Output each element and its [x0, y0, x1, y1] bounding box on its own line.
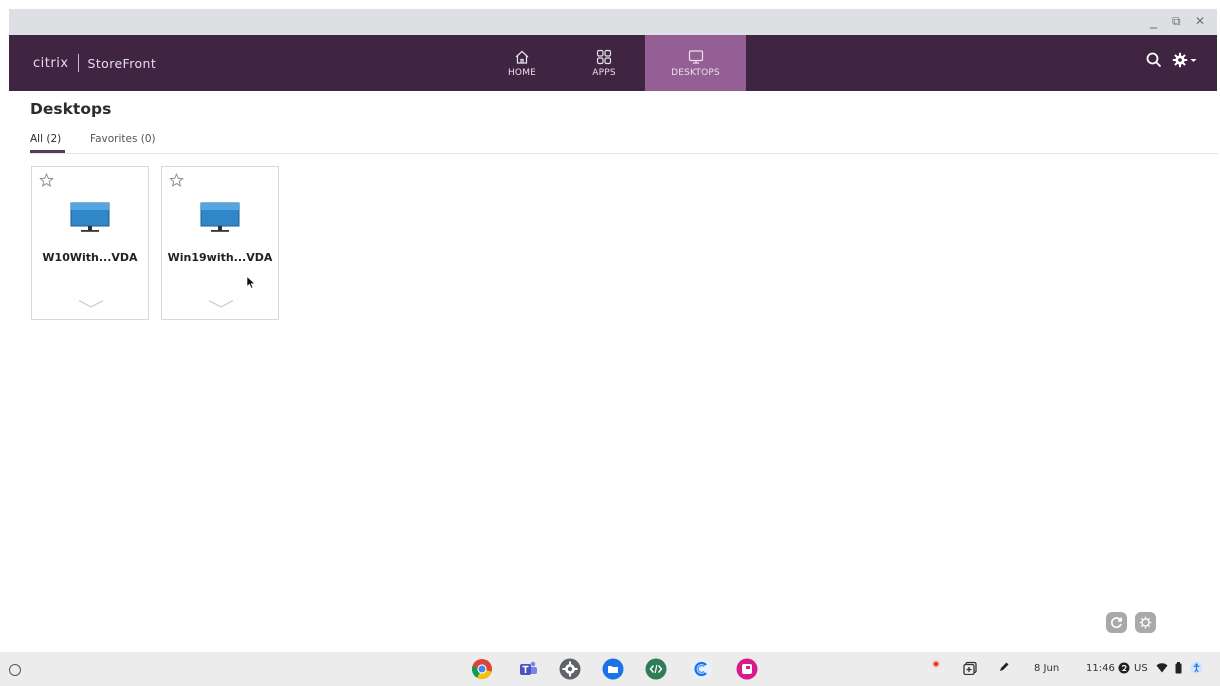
refresh-button[interactable]	[1106, 612, 1127, 633]
window-title-bar: _ ⧉ ✕	[9, 9, 1217, 35]
storefront-wordmark: StoreFront	[87, 55, 157, 71]
screencast-icon[interactable]	[736, 658, 758, 680]
tab-apps-label: APPS	[592, 67, 616, 78]
teams-icon[interactable]	[517, 658, 539, 680]
tab-apps[interactable]: APPS	[577, 35, 631, 91]
minimize-button[interactable]: _	[1150, 12, 1157, 30]
favorite-star-icon[interactable]	[39, 173, 54, 188]
settings-app-icon[interactable]	[559, 658, 581, 680]
tab-desktops-label: DESKTOPS	[671, 67, 720, 78]
tab-desktops[interactable]: DESKTOPS	[645, 35, 746, 91]
apps-grid-icon	[596, 49, 612, 64]
search-icon[interactable]	[1145, 51, 1163, 69]
desktop-name: W10With...VDA	[42, 251, 138, 264]
gear-icon	[1172, 52, 1188, 68]
keyboard-locale[interactable]: US	[1134, 663, 1148, 674]
mouse-cursor-icon	[246, 276, 256, 289]
monitor-icon	[688, 49, 703, 64]
date-display[interactable]: 8 Jun	[1034, 663, 1059, 674]
files-icon[interactable]	[602, 658, 624, 680]
citrix-workspace-icon[interactable]	[690, 658, 712, 680]
citrix-storefront-logo: citrix StoreFront	[33, 54, 156, 72]
corner-settings-button[interactable]	[1135, 612, 1156, 633]
logo-divider	[77, 54, 79, 72]
filter-divider	[30, 153, 1218, 154]
tab-home-label: HOME	[507, 67, 537, 78]
desktop-monitor-icon	[200, 202, 240, 232]
storefront-header: citrix StoreFront HOME APPS DESKTOPS	[9, 35, 1217, 91]
os-shelf: 8 Jun 11:46 US	[0, 652, 1220, 686]
home-icon	[515, 50, 529, 64]
desktop-name: Win19with...VDA	[167, 251, 273, 264]
accessibility-icon[interactable]	[1190, 661, 1203, 674]
favorite-star-icon[interactable]	[169, 173, 184, 188]
gear-icon	[1139, 616, 1152, 629]
record-indicator-icon[interactable]	[931, 659, 941, 669]
desktop-tile[interactable]: W10With...VDA	[31, 166, 149, 320]
chevron-down-icon[interactable]	[78, 299, 104, 309]
chevron-down-icon[interactable]	[208, 299, 234, 309]
citrix-wordmark: citrix	[33, 55, 69, 71]
time-display[interactable]: 11:46	[1086, 663, 1115, 674]
desktop-tile[interactable]: Win19with...VDA	[161, 166, 279, 320]
desktop-monitor-icon	[70, 202, 110, 232]
code-editor-icon[interactable]	[645, 658, 667, 680]
chevron-down-icon	[1190, 58, 1197, 62]
filter-all[interactable]: All (2)	[30, 133, 61, 145]
filter-favorites[interactable]: Favorites (0)	[90, 133, 156, 145]
stylus-pen-icon[interactable]	[998, 661, 1010, 673]
restore-button[interactable]: ⧉	[1172, 12, 1181, 30]
page-title: Desktops	[30, 100, 112, 118]
tab-home[interactable]: HOME	[495, 35, 549, 91]
wifi-icon[interactable]	[1156, 662, 1168, 674]
settings-menu-button[interactable]	[1172, 52, 1197, 68]
launcher-button[interactable]	[9, 664, 21, 676]
refresh-icon	[1111, 617, 1122, 629]
battery-icon[interactable]	[1175, 662, 1182, 674]
phone-hub-icon[interactable]	[963, 661, 977, 675]
chrome-icon[interactable]	[471, 658, 493, 680]
close-button[interactable]: ✕	[1195, 12, 1205, 30]
notification-count-icon[interactable]	[1118, 662, 1130, 674]
